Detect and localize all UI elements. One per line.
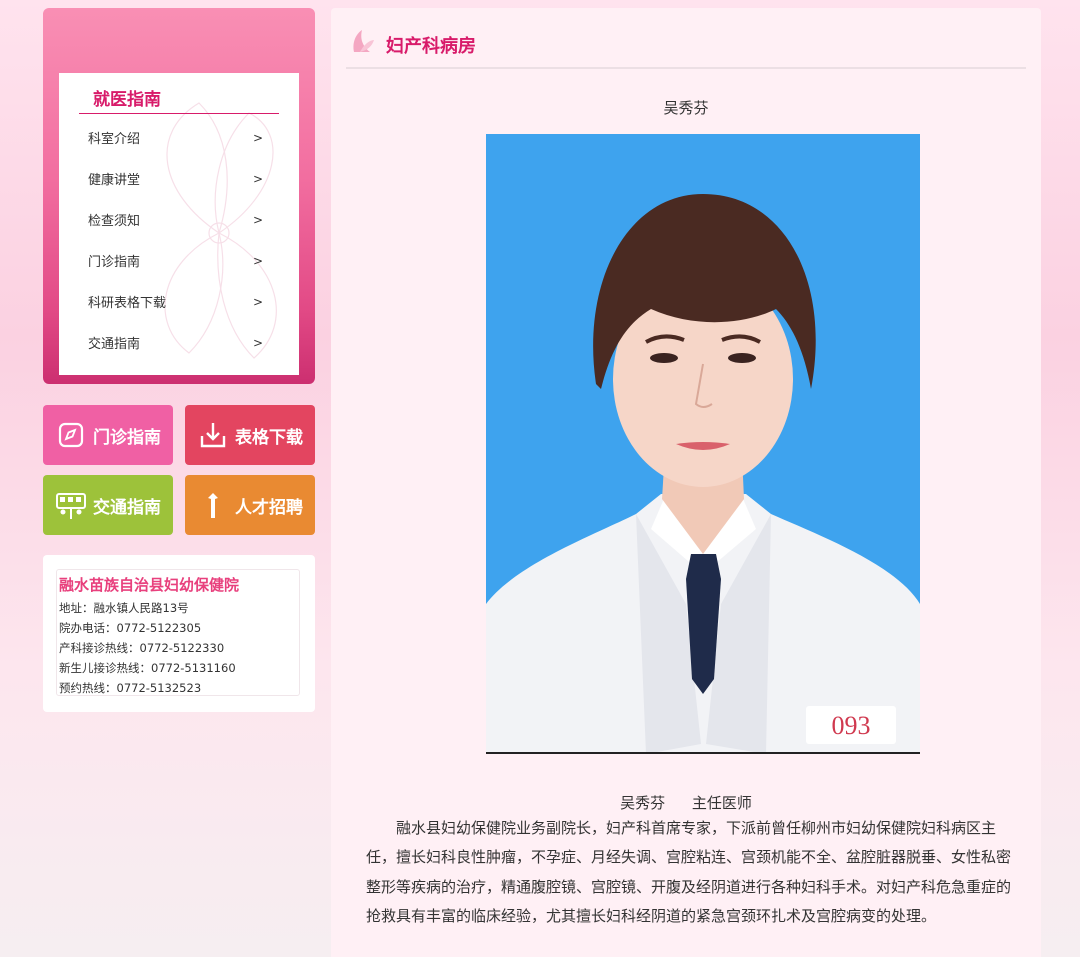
- sidebar-item-traffic-guide[interactable]: 交通指南 >: [59, 322, 299, 363]
- content-header: 妇产科病房: [346, 8, 1026, 69]
- quick-link-label: 人才招聘: [235, 497, 303, 518]
- contact-address: 地址：融水镇人民路13号: [59, 601, 189, 615]
- sidebar-item-label: 门诊指南: [88, 255, 141, 270]
- sidebar-item-department-intro[interactable]: 科室介绍 >: [59, 117, 299, 158]
- quick-link-label: 交通指南: [93, 497, 161, 518]
- person-icon: [197, 489, 229, 521]
- chevron-right-icon: >: [252, 335, 263, 350]
- quick-link-label: 门诊指南: [93, 427, 161, 448]
- doctor-name-heading: 吴秀芬: [663, 99, 709, 117]
- chevron-right-icon: >: [252, 294, 263, 309]
- doctor-caption: 吴秀芬 主任医师: [331, 792, 1041, 813]
- guide-nav-list: 科室介绍 > 健康讲堂 > 检查须知 > 门诊指南 > 科研表格下载 > 交通指…: [59, 117, 299, 363]
- sidebar-item-label: 科室介绍: [88, 132, 141, 147]
- sidebar-item-health-lecture[interactable]: 健康讲堂 >: [59, 158, 299, 199]
- petal-icon: [350, 28, 376, 58]
- chevron-right-icon: >: [252, 253, 263, 268]
- sidebar-item-exam-notice[interactable]: 检查须知 >: [59, 199, 299, 240]
- caption-name: 吴秀芬: [620, 794, 666, 812]
- guide-nav-divider: [79, 113, 279, 114]
- contact-newborn-hotline: 新生儿接诊热线：0772-5131160: [59, 661, 236, 675]
- traffic-guide-button[interactable]: 交通指南: [43, 475, 173, 535]
- doctor-portrait-image: 093: [486, 194, 920, 752]
- photo-badge-number: 093: [832, 711, 871, 740]
- contact-appointment-hotline: 预约热线：0772-5132523: [59, 681, 202, 695]
- chevron-right-icon: >: [252, 212, 263, 227]
- doctor-photo: 093: [486, 134, 920, 754]
- contact-obstetrics-hotline: 产科接诊热线：0772-5122330: [59, 641, 225, 655]
- sidebar-item-label: 交通指南: [88, 337, 141, 352]
- guide-nav-inner: 就医指南 科室介绍 > 健康讲堂 > 检查须知 > 门诊指南 > 科研表格下载 …: [59, 73, 299, 375]
- sidebar-item-research-forms[interactable]: 科研表格下载 >: [59, 281, 299, 322]
- hospital-name: 融水苗族自治县妇幼保健院: [59, 576, 240, 594]
- caption-title: 主任医师: [691, 794, 752, 812]
- chevron-right-icon: >: [252, 171, 263, 186]
- page-title: 妇产科病房: [386, 36, 476, 57]
- sidebar-item-label: 科研表格下载: [88, 296, 167, 311]
- main-content: 妇产科病房 吴秀芬 093 吴秀芬 主任医师 融水县妇幼保健院业务副院长，妇产科…: [331, 8, 1041, 957]
- contact-inner: 融水苗族自治县妇幼保健院 地址：融水镇人民路13号 院办电话：0772-5122…: [56, 569, 300, 696]
- guide-nav-title: 就医指南: [93, 90, 161, 110]
- sidebar-item-outpatient-guide[interactable]: 门诊指南 >: [59, 240, 299, 281]
- doctor-bio: 融水县妇幼保健院业务副院长，妇产科首席专家，下派前曾任柳州市妇幼保健院妇科病区主…: [366, 819, 1012, 925]
- guide-nav-panel: 就医指南 科室介绍 > 健康讲堂 > 检查须知 > 门诊指南 > 科研表格下载 …: [43, 8, 315, 384]
- contact-office-phone: 院办电话：0772-5122305: [59, 621, 202, 635]
- contact-panel: 融水苗族自治县妇幼保健院 地址：融水镇人民路13号 院办电话：0772-5122…: [43, 555, 315, 712]
- chevron-right-icon: >: [252, 130, 263, 145]
- recruitment-button[interactable]: 人才招聘: [185, 475, 315, 535]
- sidebar-item-label: 检查须知: [88, 214, 141, 229]
- form-download-button[interactable]: 表格下载: [185, 405, 315, 465]
- bus-icon: [55, 489, 87, 521]
- outpatient-guide-button[interactable]: 门诊指南: [43, 405, 173, 465]
- sidebar-item-label: 健康讲堂: [88, 173, 141, 188]
- quick-link-label: 表格下载: [235, 427, 303, 448]
- download-icon: [197, 419, 229, 451]
- compass-icon: [55, 419, 87, 451]
